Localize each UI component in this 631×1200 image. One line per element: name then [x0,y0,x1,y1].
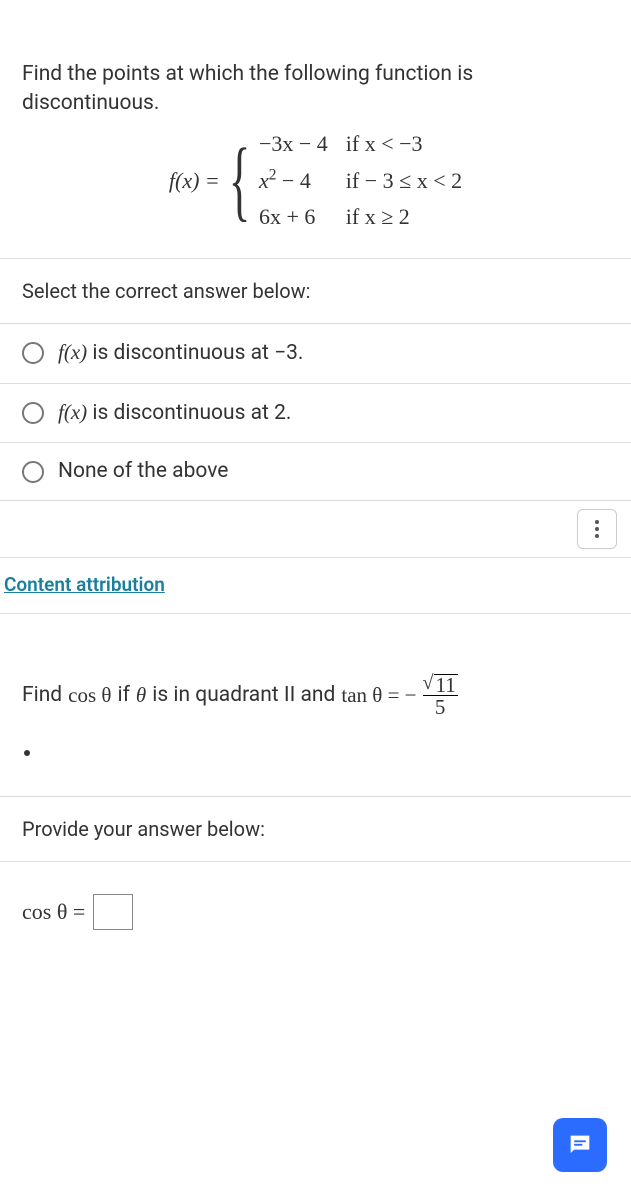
dots-icon [595,520,599,524]
piece2-expr: x2 − 4 [259,166,328,197]
cos-theta: cos θ [68,681,111,710]
option-1[interactable]: f(x) is discontinuous at −3. [0,324,631,383]
q2-prompt: Provide your answer below: [0,797,631,862]
piece1-cond: if x < −3 [346,129,462,160]
q1-select-prompt: Select the correct answer below: [0,259,631,324]
radio-icon [22,461,44,483]
radio-icon [22,402,44,424]
piece3-cond: if x ≥ 2 [346,202,462,233]
content-attribution: Content attribution [0,558,631,613]
option-2-text: f(x) is discontinuous at 2. [58,398,291,428]
open-brace: { [229,146,251,216]
answer-label: cos θ = [22,897,85,928]
chat-icon [566,1131,594,1159]
answer-row: cos θ = [0,862,631,950]
q1-stem-text: Find the points at which the following f… [22,60,609,119]
more-options-button[interactable] [577,509,617,549]
q2-stem-block: Find cos θ if θ is in quadrant II and ta… [0,613,631,797]
content-attribution-link[interactable]: Content attribution [4,573,165,596]
tan-expr: tan θ = − [341,681,416,710]
answer-input[interactable] [93,894,133,930]
fraction: √ 11 5 [423,674,458,718]
sqrt-icon: √ 11 [423,674,458,695]
option-2[interactable]: f(x) is discontinuous at 2. [0,384,631,443]
chat-button[interactable] [553,1118,607,1172]
radio-icon [22,342,44,364]
bullet-dot [24,750,30,756]
piece3-expr: 6x + 6 [259,202,328,233]
piece2-cond: if − 3 ≤ x < 2 [346,166,462,197]
fx-label: f(x) = [169,166,220,197]
piece1-expr: −3x − 4 [259,129,328,160]
cases-grid: −3x − 4 if x < −3 x2 − 4 if − 3 ≤ x < 2 … [259,129,462,233]
theta: θ [136,681,146,710]
option-3[interactable]: None of the above [0,443,631,501]
more-row [0,501,631,558]
piecewise-function: f(x) = { −3x − 4 if x < −3 x2 − 4 if − 3… [22,129,609,233]
q1-stem-block: Find the points at which the following f… [0,0,631,259]
option-1-text: f(x) is discontinuous at −3. [58,338,303,368]
option-3-text: None of the above [58,457,228,486]
